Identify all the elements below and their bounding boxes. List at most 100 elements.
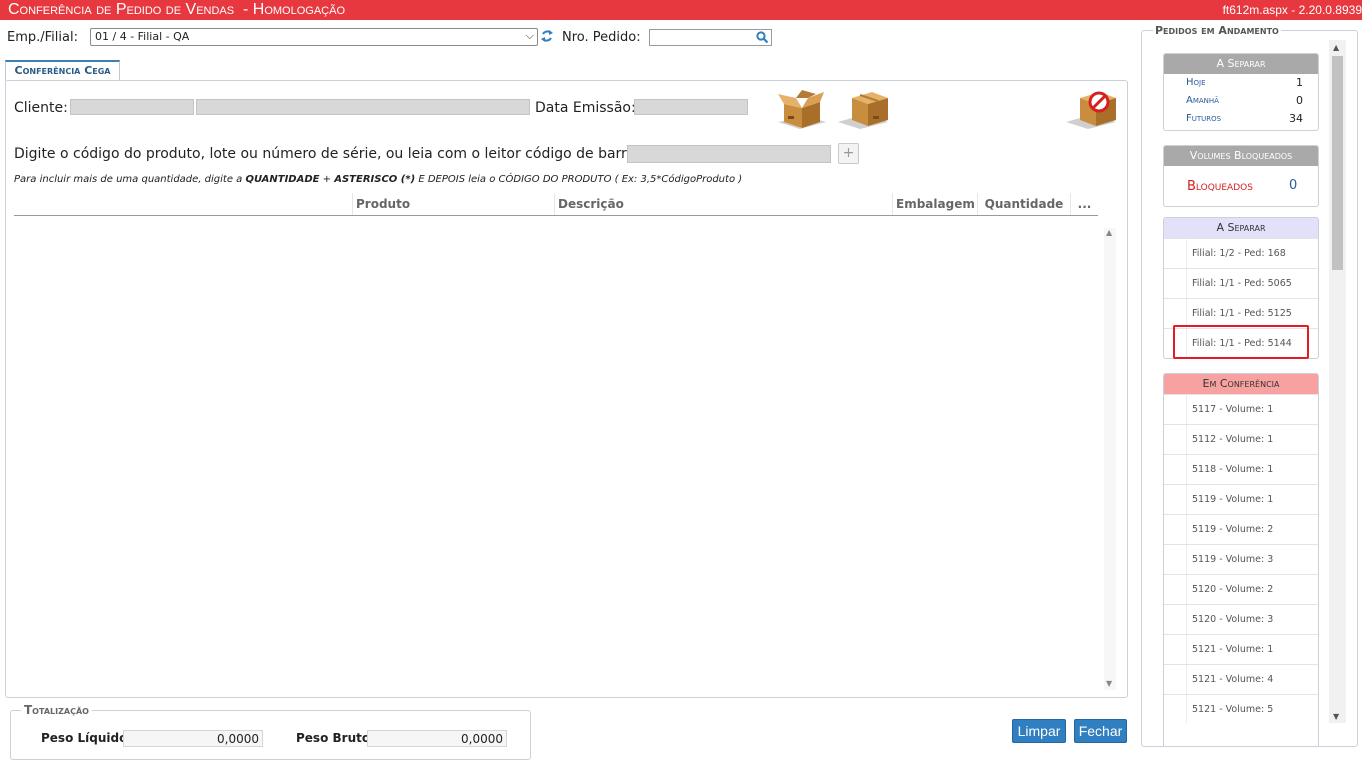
em-conferencia-item[interactable]: 5121 - Volume: 1 — [1164, 634, 1318, 664]
a-separar-item-label: Filial: 1/2 - Ped: 168 — [1192, 248, 1286, 259]
em-conferencia-card: Em Conferência 5117 - Volume: 1 5112 - Vo… — [1163, 373, 1319, 746]
a-separar-item[interactable]: Filial: 1/2 - Ped: 168 — [1164, 238, 1318, 268]
barcode-input[interactable] — [627, 145, 831, 163]
em-conferencia-item[interactable]: 5120 - Volume: 3 — [1164, 604, 1318, 634]
row-gutter — [1186, 485, 1187, 514]
chevron-down-icon: ⌵ — [525, 29, 534, 42]
add-button[interactable]: + — [838, 143, 859, 164]
tab-conferencia-cega[interactable]: Conferência Cega — [5, 60, 120, 81]
selected-pedido-highlight — [1173, 325, 1309, 359]
version-label: ft612m.aspx - 2.20.0.8939 — [1222, 3, 1362, 17]
em-conferencia-item[interactable]: 5119 - Volume: 2 — [1164, 514, 1318, 544]
row-gutter — [1186, 605, 1187, 634]
em-conferencia-item-label: 5121 - Volume: 1 — [1192, 644, 1274, 655]
column-produto[interactable]: Produto — [352, 193, 554, 215]
summary-card-title: A Separar — [1164, 54, 1318, 74]
row-gutter — [1186, 575, 1187, 604]
summary-value: 1 — [1296, 76, 1303, 89]
scroll-thumb[interactable] — [1332, 56, 1343, 270]
row-gutter — [1186, 425, 1187, 454]
a-separar-item[interactable]: Filial: 1/1 - Ped: 5125 — [1164, 298, 1318, 328]
cliente-label: Cliente: — [14, 100, 68, 116]
summary-label[interactable]: Futuros — [1186, 113, 1221, 124]
emp-filial-select[interactable]: 01 / 4 - Filial - QA ⌵ — [90, 28, 538, 46]
em-conferencia-item-label: 5120 - Volume: 2 — [1192, 584, 1274, 595]
em-conferencia-item[interactable]: 5119 - Volume: 3 — [1164, 544, 1318, 574]
totalizacao-title: Totalização — [21, 703, 92, 717]
title-bar: Conferência de Pedido de Vendas - Homolo… — [0, 0, 1362, 20]
nro-pedido-label: Nro. Pedido: — [562, 30, 641, 45]
column-embalagem[interactable]: Embalagem — [892, 193, 977, 215]
row-gutter — [1186, 395, 1187, 424]
data-emissao-label: Data Emissão: — [535, 100, 636, 116]
peso-bruto-value: 0,0000 — [367, 730, 507, 747]
sidebar-scrollbar[interactable]: ▲ ▼ — [1329, 40, 1346, 723]
em-conferencia-item-label: 5119 - Volume: 1 — [1192, 494, 1274, 505]
emp-filial-value: 01 / 4 - Filial - QA — [95, 30, 190, 43]
blocked-box-icon[interactable] — [1066, 86, 1118, 130]
limpar-button[interactable]: Limpar — [1012, 719, 1066, 743]
scroll-up-icon[interactable]: ▲ — [1333, 43, 1339, 52]
em-conferencia-item[interactable]: 5120 - Volume: 2 — [1164, 574, 1318, 604]
fechar-button[interactable]: Fechar — [1074, 719, 1127, 743]
main-panel — [5, 80, 1128, 698]
em-conferencia-item[interactable]: 5121 - Volume: 5 — [1164, 694, 1318, 724]
row-gutter — [1186, 455, 1187, 484]
summary-row[interactable]: Amanhã 0 — [1164, 92, 1318, 110]
quantity-hint: Para incluir mais de uma quantidade, dig… — [14, 174, 743, 185]
blocked-card: Volumes Bloqueados Bloqueados 0 — [1163, 145, 1319, 207]
em-conferencia-item-label: 5120 - Volume: 3 — [1192, 614, 1274, 625]
peso-bruto-label: Peso Bruto: — [296, 731, 375, 745]
em-conferencia-item[interactable]: 5118 - Volume: 1 — [1164, 454, 1318, 484]
blocked-row[interactable]: Bloqueados 0 — [1164, 166, 1318, 206]
blocked-value: 0 — [1289, 178, 1298, 193]
nro-pedido-input[interactable] — [649, 29, 772, 46]
closed-box-icon[interactable] — [838, 86, 890, 130]
em-conferencia-item[interactable]: 5121 - Volume: 4 — [1164, 664, 1318, 694]
summary-row[interactable]: Futuros 34 — [1164, 110, 1318, 130]
column-more[interactable]: ... — [1070, 193, 1098, 215]
search-icon[interactable] — [756, 31, 769, 44]
emp-filial-label: Emp./Filial: — [7, 30, 78, 45]
cliente-name-field — [196, 99, 530, 115]
em-conferencia-item-label: 5121 - Volume: 5 — [1192, 704, 1274, 715]
em-conferencia-item[interactable]: 5117 - Volume: 1 — [1164, 394, 1318, 424]
row-gutter — [1186, 515, 1187, 544]
row-gutter — [1186, 545, 1187, 574]
em-conferencia-item-label: 5118 - Volume: 1 — [1192, 464, 1274, 475]
totalizacao-panel: Totalização Peso Líquido: 0,0000 Peso Br… — [10, 703, 531, 760]
summary-label[interactable]: Hoje — [1186, 77, 1206, 88]
em-conferencia-item-label: 5112 - Volume: 1 — [1192, 434, 1274, 445]
a-separar-item[interactable]: Filial: 1/1 - Ped: 5065 — [1164, 268, 1318, 298]
em-conferencia-item[interactable]: 5119 - Volume: 1 — [1164, 484, 1318, 514]
column-select — [14, 193, 352, 215]
column-descricao[interactable]: Descrição — [554, 193, 892, 215]
page-title: Conferência de Pedido de Vendas - Homolo… — [8, 1, 346, 18]
em-conferencia-title: Em Conferência — [1164, 374, 1318, 394]
grid-scrollbar[interactable]: ▲ ▼ — [1104, 228, 1116, 690]
summary-row[interactable]: Hoje 1 — [1164, 74, 1318, 92]
barcode-label: Digite o código do produto, lote ou núme… — [14, 146, 648, 162]
a-separar-item-label: Filial: 1/1 - Ped: 5065 — [1192, 278, 1292, 289]
em-conferencia-item-label: 5121 - Volume: 4 — [1192, 674, 1274, 685]
a-separar-title: A Separar — [1164, 218, 1318, 238]
open-box-icon[interactable] — [776, 86, 828, 130]
refresh-icon[interactable] — [540, 28, 554, 44]
row-gutter — [1186, 299, 1187, 328]
blocked-label[interactable]: Bloqueados — [1187, 179, 1253, 194]
em-conferencia-list: 5117 - Volume: 1 5112 - Volume: 1 5118 - V… — [1164, 394, 1318, 724]
em-conferencia-item-label: 5119 - Volume: 3 — [1192, 554, 1274, 565]
summary-label[interactable]: Amanhã — [1186, 95, 1219, 106]
scroll-down-icon[interactable]: ▼ — [1106, 679, 1112, 688]
scroll-down-icon[interactable]: ▼ — [1333, 712, 1339, 721]
blocked-card-title: Volumes Bloqueados — [1164, 146, 1318, 166]
row-gutter — [1186, 635, 1187, 664]
summary-card: A Separar Hoje 1 Amanhã 0 Futuros 34 — [1163, 53, 1319, 131]
em-conferencia-item[interactable]: 5112 - Volume: 1 — [1164, 424, 1318, 454]
row-gutter — [1186, 665, 1187, 694]
scroll-up-icon[interactable]: ▲ — [1106, 228, 1112, 237]
row-gutter — [1186, 239, 1187, 268]
peso-liquido-label: Peso Líquido: — [41, 731, 133, 745]
pedidos-sidebar: A Separar Hoje 1 Amanhã 0 Futuros 34 Volume… — [1141, 30, 1358, 747]
column-quantidade[interactable]: Quantidade — [977, 193, 1070, 215]
